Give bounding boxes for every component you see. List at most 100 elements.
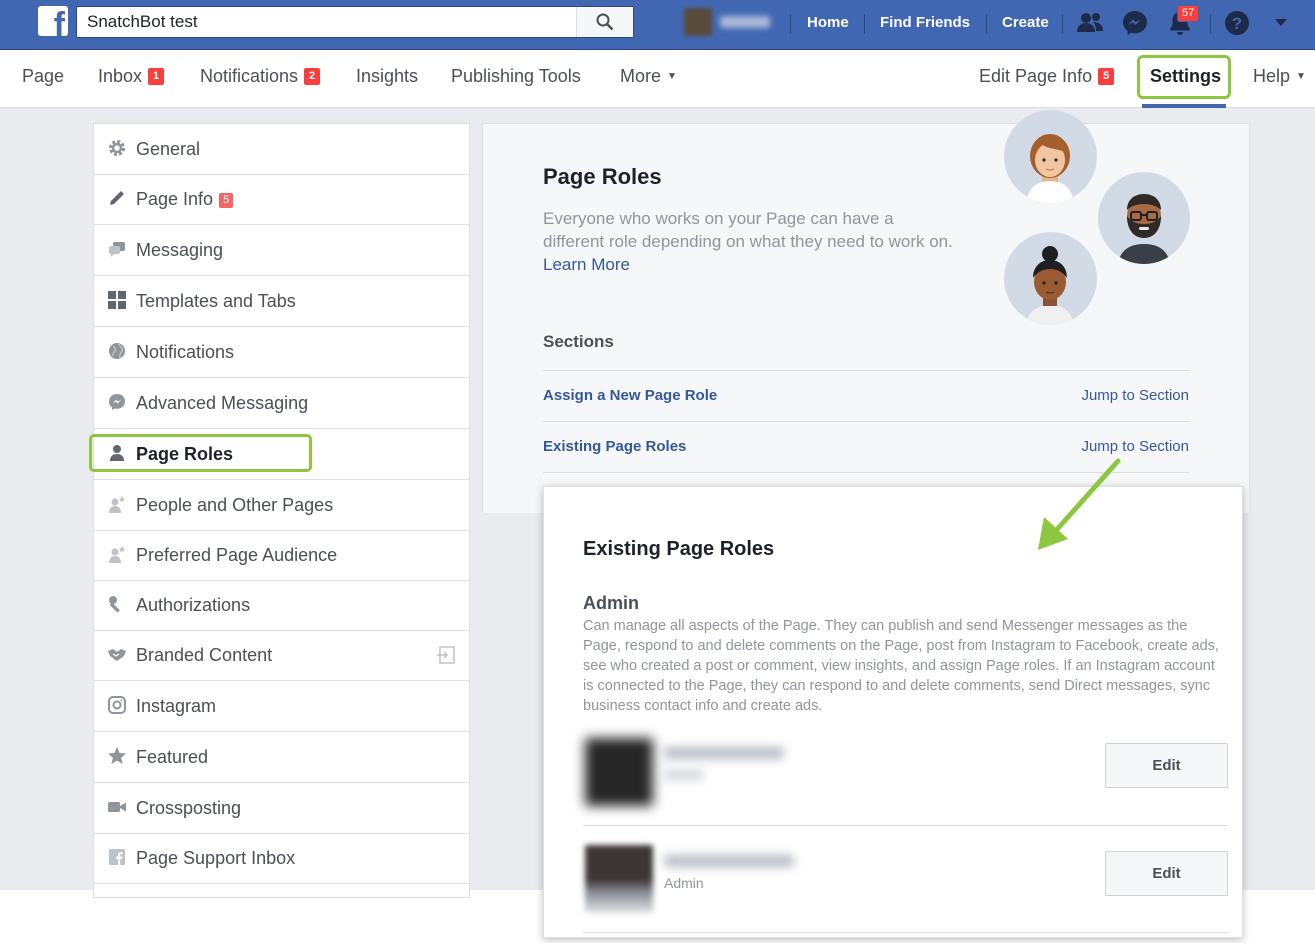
sidebar-item-label: Page Info 5 xyxy=(136,189,234,210)
user-photo-blurred xyxy=(585,738,653,806)
user-name-blurred xyxy=(664,747,784,759)
sidebar-item-label: Branded Content xyxy=(136,645,273,665)
messenger-icon xyxy=(109,394,125,410)
chat-bubbles-icon xyxy=(109,242,125,257)
person-star-icon xyxy=(109,496,126,513)
search-button[interactable] xyxy=(576,7,633,37)
gear-icon xyxy=(109,140,125,156)
facebook-icon xyxy=(109,849,125,865)
divider xyxy=(864,14,865,34)
sidebar-item-label: Advanced Messaging xyxy=(136,393,309,413)
divider xyxy=(543,370,1189,371)
sidebar-item-label: Featured xyxy=(136,747,209,767)
user-photo-blurred xyxy=(585,845,653,913)
sidebar-item-branded-content[interactable]: Branded Content xyxy=(94,630,469,681)
sidebar-item-page-support-inbox[interactable]: Page Support Inbox xyxy=(94,833,469,884)
grid-icon xyxy=(108,291,126,309)
sidebar-item-crossposting[interactable]: Crossposting xyxy=(94,783,469,834)
wrench-icon xyxy=(109,596,120,613)
help-tab[interactable]: Help ▼ xyxy=(1253,66,1306,87)
page-tab[interactable]: Page xyxy=(22,66,64,87)
divider xyxy=(1062,14,1063,34)
friend-requests-icon[interactable] xyxy=(1076,10,1104,36)
illustration-avatar-bearded-man xyxy=(1098,172,1190,264)
page-navigation-bar: Page Inbox 1 Notifications 2 Insights Publ… xyxy=(0,50,1315,108)
external-link-icon[interactable] xyxy=(437,646,455,664)
account-menu-chevron-down-icon[interactable] xyxy=(1274,18,1288,28)
insights-tab[interactable]: Insights xyxy=(356,66,418,87)
sidebar-item-label: Page Support Inbox xyxy=(136,848,296,868)
publishing-tools-tab[interactable]: Publishing Tools xyxy=(451,66,581,87)
profile-name-blurred xyxy=(720,16,770,28)
person-star-icon xyxy=(109,546,126,563)
more-tab[interactable]: More ▼ xyxy=(620,66,677,87)
profile-link[interactable] xyxy=(684,8,780,36)
page-roles-description: Everyone who works on your Page can have… xyxy=(543,209,953,274)
avatar xyxy=(684,8,712,36)
search-box xyxy=(76,6,634,38)
edit-role-button[interactable]: Edit xyxy=(1105,851,1228,896)
divider xyxy=(583,825,1228,826)
sidebar-item-page-info[interactable]: Page Info 5 xyxy=(94,174,469,225)
notifications-count-badge: 57 xyxy=(1177,5,1200,22)
sidebar-item-preferred-page-audience[interactable]: Preferred Page Audience xyxy=(94,530,469,581)
jump-to-section-link[interactable]: Jump to Section xyxy=(1081,438,1189,455)
page-info-badge: 5 xyxy=(219,193,234,208)
page-title: Page Roles xyxy=(543,164,662,189)
facebook-logo-icon[interactable]: f xyxy=(38,6,68,36)
divider xyxy=(986,14,987,34)
inbox-tab[interactable]: Inbox 1 xyxy=(98,66,165,87)
help-icon[interactable]: ? xyxy=(1224,10,1250,36)
star-icon xyxy=(108,747,126,764)
sidebar-item-label: Instagram xyxy=(136,696,217,716)
sidebar-item-label: Preferred Page Audience xyxy=(136,545,338,565)
sidebar-item-label: General xyxy=(136,139,201,159)
create-link[interactable]: Create xyxy=(1002,14,1049,31)
handshake-icon xyxy=(108,649,126,661)
sections-heading: Sections xyxy=(543,332,614,351)
page-roles-highlight-annotation xyxy=(89,434,312,472)
settings-sidebar: General Page Info 5 Messaging Templates a… xyxy=(93,123,470,898)
admin-role-description: Can manage all aspects of the Page. They… xyxy=(583,618,1219,714)
sidebar-item-general[interactable]: General xyxy=(94,124,469,175)
sidebar-item-label: Templates and Tabs xyxy=(136,291,296,311)
find-friends-link[interactable]: Find Friends xyxy=(880,14,970,31)
user-role-label: Admin xyxy=(664,875,704,891)
edit-page-info-tab[interactable]: Edit Page Info 5 xyxy=(979,66,1115,87)
illustration-avatar-woman-bun xyxy=(1004,232,1097,325)
user-role-blurred xyxy=(664,770,704,780)
chevron-down-icon: ▼ xyxy=(667,71,677,82)
inbox-badge: 1 xyxy=(148,68,165,85)
messenger-icon[interactable] xyxy=(1122,10,1148,36)
svg-text:?: ? xyxy=(1232,14,1242,33)
edit-role-button[interactable]: Edit xyxy=(1105,743,1228,788)
existing-page-roles-link[interactable]: Existing Page Roles xyxy=(543,438,686,455)
globe-icon xyxy=(109,343,125,359)
notifications-badge: 2 xyxy=(304,68,321,85)
sidebar-item-templates-and-tabs[interactable]: Templates and Tabs xyxy=(94,276,469,327)
illustration-avatar-woman xyxy=(1004,110,1097,203)
top-navigation-bar: f Home Find Friends Create 57 ? xyxy=(0,0,1315,50)
jump-to-section-link[interactable]: Jump to Section xyxy=(1081,387,1189,404)
sidebar-item-notifications[interactable]: Notifications xyxy=(94,327,469,378)
sidebar-item-authorizations[interactable]: Authorizations xyxy=(94,580,469,631)
settings-highlight-annotation xyxy=(1137,55,1231,99)
learn-more-link[interactable]: Learn More xyxy=(543,255,630,274)
user-name-blurred xyxy=(664,855,794,867)
admin-role-heading: Admin xyxy=(583,593,639,613)
divider xyxy=(583,932,1228,933)
home-link[interactable]: Home xyxy=(807,14,849,31)
sidebar-item-label: Authorizations xyxy=(136,595,251,615)
sidebar-item-featured[interactable]: Featured xyxy=(94,732,469,783)
card-title: Existing Page Roles xyxy=(583,538,775,560)
pencil-icon xyxy=(110,191,124,205)
assign-new-page-role-link[interactable]: Assign a New Page Role xyxy=(543,387,717,404)
sidebar-item-instagram[interactable]: Instagram xyxy=(94,681,469,732)
edit-page-info-badge: 5 xyxy=(1098,68,1115,85)
sidebar-item-advanced-messaging[interactable]: Advanced Messaging xyxy=(94,378,469,429)
sidebar-item-label: People and Other Pages xyxy=(136,495,334,515)
sidebar-item-messaging[interactable]: Messaging xyxy=(94,225,469,276)
search-input[interactable] xyxy=(77,7,577,37)
notifications-tab[interactable]: Notifications 2 xyxy=(200,66,321,87)
sidebar-item-people-and-other-pages[interactable]: People and Other Pages xyxy=(94,480,469,531)
